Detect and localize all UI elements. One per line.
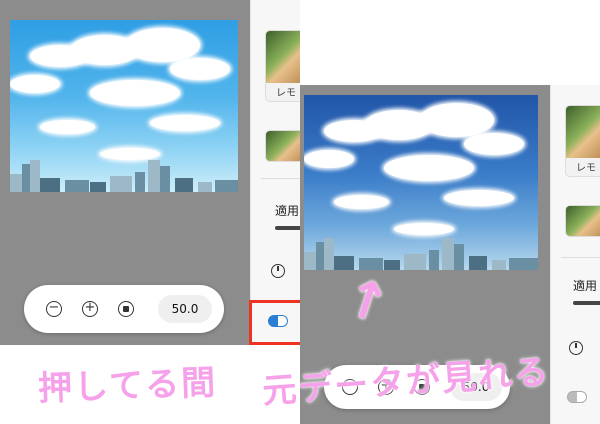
fit-view-icon[interactable] bbox=[118, 301, 134, 317]
canvas-area: − + 50.0 bbox=[0, 0, 250, 345]
timer-icon[interactable] bbox=[569, 341, 583, 355]
highlight-box bbox=[249, 300, 307, 345]
zoom-level[interactable]: 50.0 bbox=[158, 295, 212, 323]
preset-thumbnail[interactable] bbox=[265, 130, 300, 162]
sidebar: レモ 適用 bbox=[550, 85, 600, 424]
apply-label: 適用 bbox=[275, 204, 300, 218]
compare-toggle-icon[interactable] bbox=[567, 391, 587, 403]
preset-label: レモ bbox=[576, 163, 596, 174]
zoom-out-icon[interactable]: − bbox=[46, 301, 62, 317]
apply-slider[interactable] bbox=[275, 226, 300, 230]
preset-thumbnail[interactable]: レモ bbox=[265, 30, 300, 102]
preset-thumbnail[interactable] bbox=[565, 205, 600, 237]
view-toolbar: − + 50.0 bbox=[24, 285, 224, 333]
left-screenshot: − + 50.0 レモ 適用 bbox=[0, 0, 300, 345]
sidebar: レモ 適用 bbox=[250, 0, 300, 345]
annotation-text-press: 押してる間 bbox=[37, 362, 218, 410]
preset-thumbnail[interactable]: レモ bbox=[565, 105, 600, 177]
apply-slider[interactable] bbox=[573, 301, 600, 305]
sky-image-edited bbox=[10, 20, 238, 192]
timer-icon[interactable] bbox=[271, 264, 285, 278]
zoom-in-icon[interactable]: + bbox=[82, 301, 98, 317]
apply-label: 適用 bbox=[573, 279, 598, 293]
sky-image-original bbox=[304, 95, 538, 270]
preset-label: レモ bbox=[276, 88, 296, 99]
